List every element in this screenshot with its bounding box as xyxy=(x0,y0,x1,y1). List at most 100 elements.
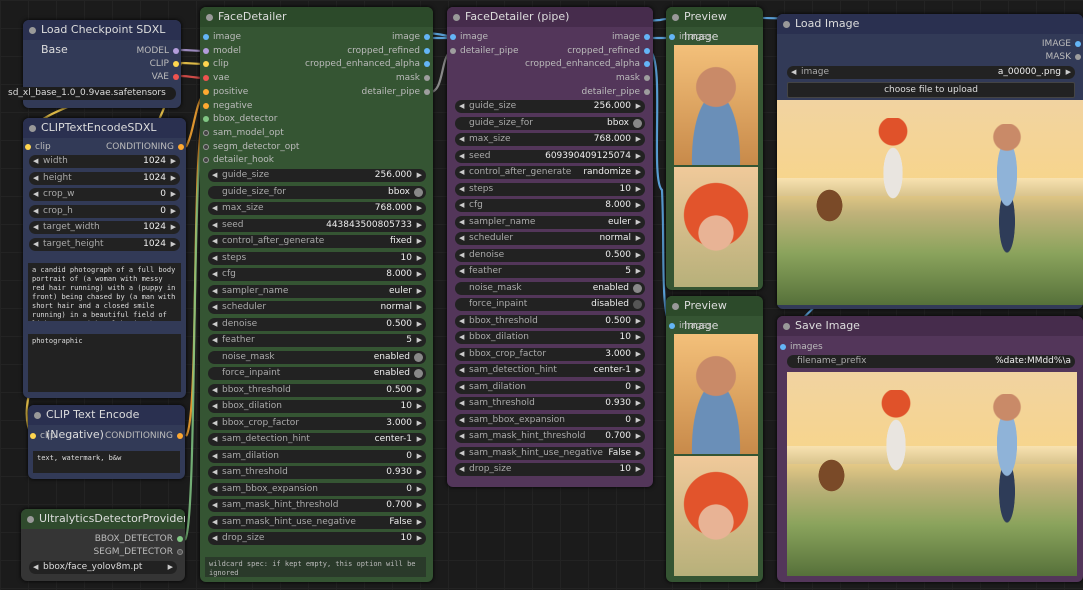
slot-pin-icon[interactable] xyxy=(424,47,430,54)
arrow-right-icon[interactable]: ▶ xyxy=(636,397,641,410)
save-image-title-bar[interactable]: Save Image xyxy=(777,316,1083,336)
widget-drop-size[interactable]: ◀ drop_size 10 ▶ xyxy=(455,463,645,476)
arrow-right-icon[interactable]: ▶ xyxy=(636,265,641,278)
arrow-left-icon[interactable]: ◀ xyxy=(459,249,464,262)
toggle-knob-icon[interactable] xyxy=(633,118,642,128)
widget-sam-detection-hint[interactable]: ◀ sam_detection_hint center-1 ▶ xyxy=(208,433,426,446)
arrow-left-icon[interactable]: ◀ xyxy=(459,265,464,278)
arrow-right-icon[interactable]: ▶ xyxy=(636,348,641,361)
negative-prompt[interactable]: text, watermark, b&w xyxy=(33,451,180,473)
arrow-left-icon[interactable]: ◀ xyxy=(212,483,217,496)
widget-bbox-crop-factor[interactable]: ◀ bbox_crop_factor 3.000 ▶ xyxy=(455,347,645,361)
detector-pin-icon[interactable] xyxy=(177,549,183,555)
model-name-combo[interactable]: ◀ bbox/face_yolov8m.pt ▶ xyxy=(29,561,177,574)
arrow-right-icon[interactable]: ▶ xyxy=(636,150,641,163)
widget-steps[interactable]: ◀ steps 10 ▶ xyxy=(208,251,426,265)
slot-pin-icon[interactable] xyxy=(450,34,456,40)
input-clip[interactable]: clip xyxy=(25,141,51,154)
ckpt-name-combo[interactable]: sd_xl_base_1.0_0.9vae.safetensors xyxy=(8,87,176,100)
arrow-right-icon[interactable]: ▶ xyxy=(417,516,422,529)
image-pin-icon[interactable] xyxy=(780,344,786,350)
arrow-left-icon[interactable]: ◀ xyxy=(212,334,217,347)
widget-crop-h[interactable]: ◀ crop_h 0 ▶ xyxy=(29,204,180,218)
image-file-combo[interactable]: ◀ image a_00000_.png ▶ xyxy=(787,66,1075,79)
widget-steps[interactable]: ◀ steps 10 ▶ xyxy=(455,182,645,196)
clip-text-encode-negative-node[interactable]: CLIP Text Encode (Negative) clip CONDITI… xyxy=(28,405,185,479)
arrow-right-icon[interactable]: ▶ xyxy=(417,202,422,215)
output-slot-4[interactable]: detailer_pipe xyxy=(362,86,430,99)
arrow-right-icon[interactable]: ▶ xyxy=(417,466,422,479)
arrow-right-icon[interactable]: ▶ xyxy=(636,216,641,229)
face-detailer-pipe-node[interactable]: FaceDetailer (pipe) image detailer_pipe i… xyxy=(447,7,653,487)
arrow-right-icon[interactable]: ▶ xyxy=(636,447,641,460)
arrow-left-icon[interactable]: ◀ xyxy=(212,417,217,430)
arrow-left-icon[interactable]: ◀ xyxy=(459,232,464,245)
widget-bbox-dilation[interactable]: ◀ bbox_dilation 10 ▶ xyxy=(455,331,645,344)
arrow-right-icon[interactable]: ▶ xyxy=(171,172,176,185)
slot-pin-icon[interactable] xyxy=(644,34,650,40)
widget-max-size[interactable]: ◀ max_size 768.000 ▶ xyxy=(455,133,645,146)
arrow-right-icon[interactable]: ▶ xyxy=(171,188,176,201)
widget-noise-mask[interactable]: noise_mask enabled xyxy=(208,350,426,364)
arrow-left-icon[interactable]: ◀ xyxy=(212,219,217,232)
detector-pin-icon[interactable] xyxy=(177,536,183,542)
arrow-right-icon[interactable]: ▶ xyxy=(168,561,173,574)
arrow-right-icon[interactable]: ▶ xyxy=(417,532,422,545)
input-slot-0[interactable]: image xyxy=(203,31,241,44)
output-slot-1[interactable]: cropped_refined xyxy=(347,45,430,58)
arrow-right-icon[interactable]: ▶ xyxy=(417,219,422,232)
save-image-node[interactable]: Save Image images filename_prefix %date:M… xyxy=(777,316,1083,582)
arrow-right-icon[interactable]: ▶ xyxy=(417,318,422,331)
slot-pin-icon[interactable] xyxy=(644,88,650,95)
arrow-left-icon[interactable]: ◀ xyxy=(459,381,464,394)
load-image-node[interactable]: Load Image IMAGE MASK ◀ image a_00000_.png… xyxy=(777,14,1083,309)
output-mask[interactable]: MASK xyxy=(1045,51,1081,64)
slot-pin-icon[interactable] xyxy=(424,75,430,82)
arrow-right-icon[interactable]: ▶ xyxy=(636,183,641,196)
arrow-left-icon[interactable]: ◀ xyxy=(459,447,464,460)
widget-control-after-generate[interactable]: ◀ control_after_generate fixed ▶ xyxy=(208,235,426,248)
clip-pin-icon[interactable] xyxy=(30,433,36,439)
widget-bbox-threshold[interactable]: ◀ bbox_threshold 0.500 ▶ xyxy=(208,383,426,397)
slot-pin-icon[interactable] xyxy=(203,61,209,68)
arrow-left-icon[interactable]: ◀ xyxy=(33,205,38,218)
model-pin-icon[interactable] xyxy=(173,48,179,54)
slot-pin-icon[interactable] xyxy=(203,88,209,95)
input-slot-7[interactable]: sam_model_opt xyxy=(203,127,284,140)
widget-guide-size[interactable]: ◀ guide_size 256.000 ▶ xyxy=(455,100,645,113)
arrow-right-icon[interactable]: ▶ xyxy=(417,483,422,496)
arrow-left-icon[interactable]: ◀ xyxy=(33,561,38,574)
face-detailer-pipe-title-bar[interactable]: FaceDetailer (pipe) xyxy=(447,7,653,27)
load-checkpoint-title-bar[interactable]: Load Checkpoint SDXL Base xyxy=(23,20,181,56)
collapse-dot-icon[interactable] xyxy=(672,303,679,310)
input-slot-6[interactable]: bbox_detector xyxy=(203,113,277,126)
widget-target-height[interactable]: ◀ target_height 1024 ▶ xyxy=(29,237,180,251)
arrow-left-icon[interactable]: ◀ xyxy=(212,384,217,397)
arrow-right-icon[interactable]: ▶ xyxy=(417,301,422,314)
output-bbox-detector[interactable]: BBOX_DETECTOR xyxy=(95,533,183,546)
slot-pin-icon[interactable] xyxy=(644,47,650,54)
output-vae[interactable]: VAE xyxy=(152,71,179,84)
collapse-dot-icon[interactable] xyxy=(206,14,213,21)
arrow-left-icon[interactable]: ◀ xyxy=(459,166,464,179)
input-slot-9[interactable]: detailer_hook xyxy=(203,154,274,167)
slot-pin-icon[interactable] xyxy=(203,102,209,109)
arrow-left-icon[interactable]: ◀ xyxy=(459,397,464,410)
widget-seed[interactable]: ◀ seed 443843500805733 ▶ xyxy=(208,218,426,232)
toggle-knob-icon[interactable] xyxy=(633,300,642,309)
widget-drop-size[interactable]: ◀ drop_size 10 ▶ xyxy=(208,532,426,545)
widget-sam-bbox-expansion[interactable]: ◀ sam_bbox_expansion 0 ▶ xyxy=(455,413,645,427)
arrow-left-icon[interactable]: ◀ xyxy=(459,430,464,443)
slot-pin-icon[interactable] xyxy=(424,61,430,68)
preview-2-title-bar[interactable]: Preview Image xyxy=(666,296,763,332)
widget-cfg[interactable]: ◀ cfg 8.000 ▶ xyxy=(208,268,426,281)
widget-seed[interactable]: ◀ seed 609390409125074 ▶ xyxy=(455,149,645,163)
arrow-left-icon[interactable]: ◀ xyxy=(212,285,217,298)
output-slot-4[interactable]: detailer_pipe xyxy=(582,86,650,99)
conditioning-pin-icon[interactable] xyxy=(178,144,184,150)
conditioning-pin-icon[interactable] xyxy=(177,433,183,439)
text-l-prompt[interactable]: photographic xyxy=(28,334,181,392)
arrow-right-icon[interactable]: ▶ xyxy=(636,199,641,212)
slot-pin-icon[interactable] xyxy=(203,157,209,164)
widget-height[interactable]: ◀ height 1024 ▶ xyxy=(29,171,180,185)
